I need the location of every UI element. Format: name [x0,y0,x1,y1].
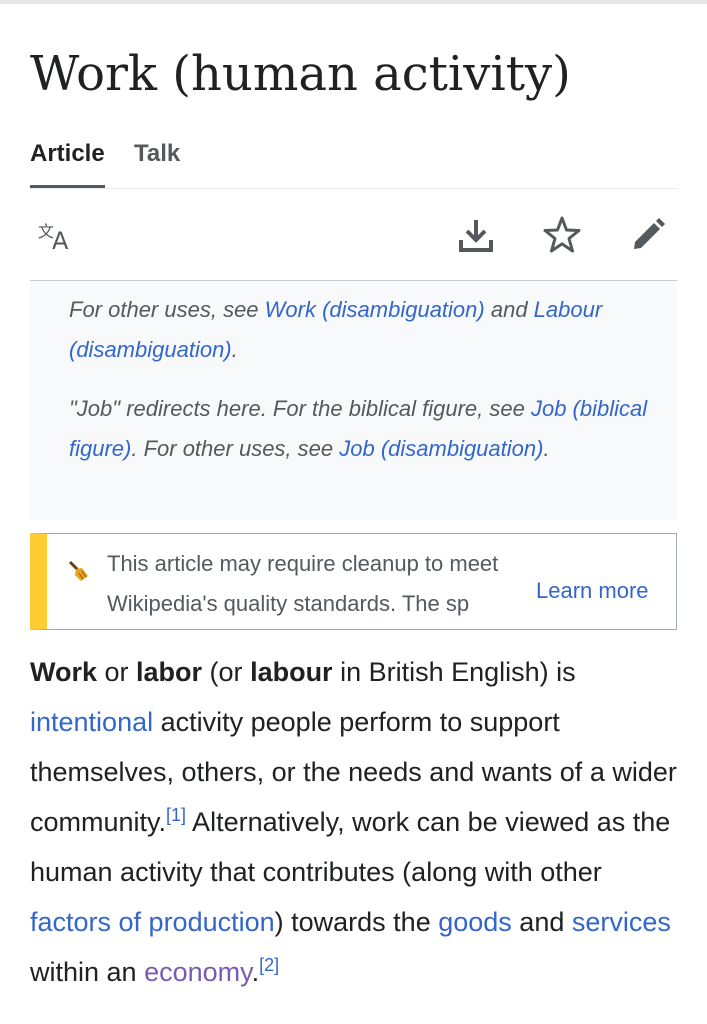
broom-icon [67,560,89,582]
cleanup-notice[interactable]: This article may require cleanup to meet… [30,533,677,630]
link-factors-of-production[interactable]: factors of production [30,907,275,937]
link-job-disambiguation[interactable]: Job (disambiguation) [339,436,543,461]
notice-text-fade [467,582,527,618]
namespace-tabs: Article Talk [30,130,677,189]
top-divider [0,0,707,4]
reference-1[interactable]: [1] [166,805,186,825]
download-icon[interactable] [456,215,496,255]
learn-more-link[interactable]: Learn more [536,578,649,604]
article-lead-paragraph: Work or labor (or labour in British Engl… [30,657,677,987]
svg-text:A: A [52,227,69,255]
link-services[interactable]: services [572,907,671,937]
link-goods[interactable]: goods [438,907,512,937]
hatnotes: For other uses, see Work (disambiguation… [30,281,677,520]
notice-text: This article may require cleanup to meet… [107,551,499,616]
translate-icon[interactable]: 文 A [36,215,76,255]
link-intentional[interactable]: intentional [30,707,153,737]
tab-talk[interactable]: Talk [134,140,180,168]
link-economy[interactable]: economy [144,957,252,987]
page-actions-toolbar: 文 A [30,189,677,281]
pencil-icon[interactable] [628,215,668,255]
hatnote-job-redirect: "Job" redirects here. For the biblical f… [69,396,648,461]
reference-2[interactable]: [2] [259,955,279,975]
link-work-disambiguation[interactable]: Work (disambiguation) [265,297,485,322]
tab-article[interactable]: Article [30,140,105,188]
hatnote-other-uses: For other uses, see Work (disambiguation… [69,297,603,362]
page-title: Work (human activity) [30,46,571,102]
star-icon[interactable] [542,215,582,255]
